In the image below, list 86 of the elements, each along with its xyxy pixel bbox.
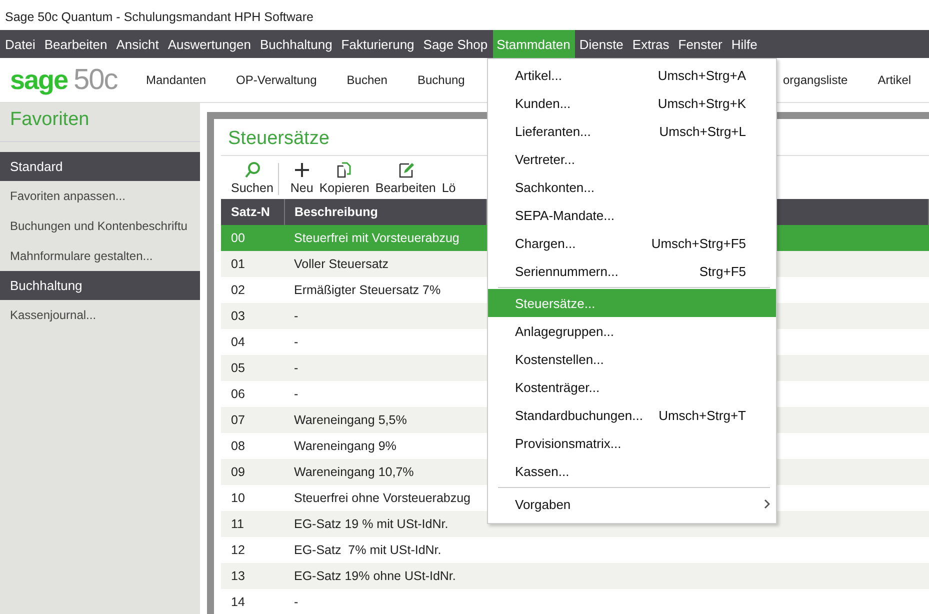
search-button[interactable]: Suchen [228, 161, 276, 195]
menu-item[interactable]: Artikel... Umsch+Strg+A [488, 61, 776, 89]
column-header[interactable]: Satz-N [221, 199, 284, 225]
table-cell: - [284, 589, 486, 614]
pencil-icon [396, 161, 415, 179]
shortcut-text: Umsch+Strg+K [658, 96, 746, 110]
menu-item[interactable]: Anlagegruppen... [488, 317, 776, 345]
table-cell: 01 [221, 251, 284, 277]
shortcut-text: Umsch+Strg+T [658, 408, 746, 422]
menu-item[interactable]: Sachkonten... [488, 173, 776, 201]
table-cell: Wareneingang 5,5% [284, 407, 486, 433]
table-cell: EG-Satz 19 % mit USt-IdNr. [284, 511, 486, 537]
ribbon-tab[interactable]: Mandanten [146, 73, 236, 87]
copy-icon [335, 161, 354, 179]
logo-text: sage [10, 64, 68, 96]
search-icon [243, 161, 262, 179]
table-cell: 03 [221, 303, 284, 329]
table-cell: - [284, 329, 486, 355]
table-cell: EG-Satz 19% ohne USt-IdNr. [284, 563, 486, 589]
table-cell: 02 [221, 277, 284, 303]
menu-item[interactable]: Fakturierung [337, 30, 420, 58]
table-cell: Voller Steuersatz [284, 251, 486, 277]
shortcut-text: Umsch+Strg+L [659, 124, 746, 138]
chevron-icon [764, 499, 770, 509]
sidebar-header[interactable]: Standard [0, 152, 200, 181]
table-cell: Steuerfrei ohne Vorsteuerabzug [284, 485, 486, 511]
table-cell: EG-Satz 7% mit USt-IdNr. [284, 537, 486, 563]
table-cell: 07 [221, 407, 284, 433]
table-cell: 00 [221, 225, 284, 251]
table-cell: 09 [221, 459, 284, 485]
sidebar-title: Favoriten [0, 103, 200, 142]
menu-item[interactable]: Auswertungen [164, 30, 256, 58]
table-cell: 06 [221, 381, 284, 407]
product-name: 50c [74, 64, 118, 96]
table-cell: 13 [221, 563, 284, 589]
table-cell: - [284, 355, 486, 381]
sidebar-item[interactable]: Mahnformulare gestalten... [0, 241, 200, 271]
table-cell: 14 [221, 589, 284, 614]
menu-item[interactable]: Chargen... Umsch+Strg+F5 [488, 229, 776, 257]
table-cell: 04 [221, 329, 284, 355]
table-cell: 10 [221, 485, 284, 511]
menu-item[interactable]: Hilfe [727, 30, 762, 58]
menu-item[interactable]: Vorgaben [488, 489, 776, 519]
ribbon-tab[interactable]: OP-Verwaltung [236, 73, 347, 87]
shortcut-text: Strg+F5 [699, 264, 746, 278]
menu-item[interactable]: SEPA-Mandate... [488, 201, 776, 229]
table-cell: Steuerfrei mit Vorsteuerabzug [284, 225, 486, 251]
menu-item[interactable]: Ansicht [112, 30, 164, 58]
menu-item[interactable]: Kunden... Umsch+Strg+K [488, 89, 776, 117]
sidebar-item[interactable]: Kassenjournal... [0, 300, 200, 330]
new-button[interactable]: Neu [287, 161, 316, 195]
menu-item[interactable]: Seriennummern... Strg+F5 [488, 257, 776, 285]
menu-item[interactable]: Buchhaltung [256, 30, 338, 58]
shortcut-text: Umsch+Strg+F5 [651, 236, 746, 250]
table-cell: - [284, 381, 486, 407]
menu-item[interactable]: Provisionsmatrix... [488, 429, 776, 457]
ribbon-tab[interactable]: Buchen [346, 73, 418, 87]
window-title: Sage 50c Quantum - Schulungsmandant HPH Software [4, 9, 314, 24]
menu-item[interactable]: Extras [628, 30, 674, 58]
column-header[interactable]: Beschreibung [284, 199, 486, 225]
menu-item[interactable]: Bearbeiten [40, 30, 112, 58]
menu-item[interactable]: Kostenstellen... [488, 345, 776, 373]
sidebar-item[interactable]: Buchungen und Kontenbeschriftu [0, 211, 200, 241]
sidebar-header[interactable]: Buchhaltung [0, 271, 200, 300]
ribbon-tab[interactable]: organgsliste [783, 73, 878, 87]
table-cell: 12 [221, 537, 284, 563]
table-cell: Wareneingang 10,7% [284, 459, 486, 485]
table-cell: 08 [221, 433, 284, 459]
shortcut-text: Umsch+Strg+A [658, 68, 746, 82]
sidebar-item[interactable]: Favoriten anpassen... [0, 181, 200, 211]
copy-button[interactable]: Kopieren [316, 161, 372, 195]
menu-item[interactable]: Dienste [575, 30, 628, 58]
table-cell: 05 [221, 355, 284, 381]
menu-item[interactable]: Kostenträger... [488, 373, 776, 401]
menu-item[interactable]: Standardbuchungen... Umsch+Strg+T [488, 401, 776, 429]
ribbon-tab[interactable]: Artikel [878, 73, 929, 87]
menu-item[interactable]: Datei [1, 30, 40, 58]
menu-item[interactable]: Sage Shop [419, 30, 493, 58]
table-cell: Ermäßigter Steuersatz 7% [284, 277, 486, 303]
table-cell: - [284, 303, 486, 329]
edit-button[interactable]: Bearbeiten [372, 161, 439, 195]
menu-item[interactable]: Fenster [674, 30, 728, 58]
table-cell: Wareneingang 9% [284, 433, 486, 459]
table-cell: 11 [221, 511, 284, 537]
toolbar-button[interactable]: Lö [438, 181, 459, 195]
plus-icon [292, 161, 311, 179]
